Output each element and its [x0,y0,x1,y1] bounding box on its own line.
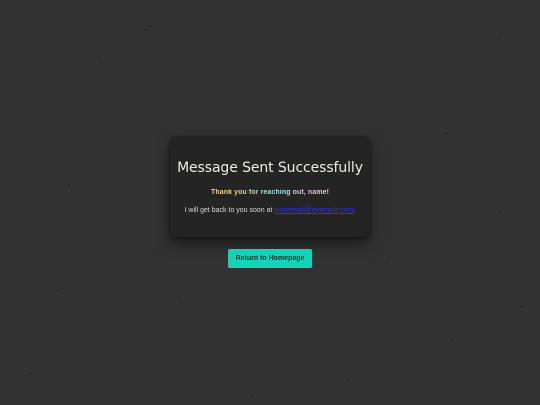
background-speckle [520,305,522,307]
reply-message: I will get back to you soon at youremail… [170,207,370,214]
background-speckle [30,372,32,374]
thank-you-message: Thank you for reaching out, name! [170,189,370,196]
reply-suffix: . [353,207,356,214]
background-speckle [348,378,350,380]
background-speckle [57,290,59,292]
thank-you-text: Thank you for reaching out, name! [210,189,330,196]
background-speckle [446,133,448,135]
background-speckle [98,56,100,58]
background-speckle [68,185,70,187]
email-link[interactable]: youremail@example.com [274,207,353,214]
background-speckle [452,340,454,342]
background-speckle [498,210,500,212]
background-speckle [252,396,254,398]
return-to-homepage-button[interactable]: Return to Homepage [228,249,312,268]
reply-prefix: I will get back to you soon at [184,207,275,214]
confirmation-card: Message Sent Successfully Thank you for … [170,137,370,237]
background-speckle [388,256,390,258]
background-speckle [145,29,147,31]
background-speckle [500,32,502,34]
page-title: Message Sent Successfully [177,160,363,176]
background-speckle [178,296,180,298]
